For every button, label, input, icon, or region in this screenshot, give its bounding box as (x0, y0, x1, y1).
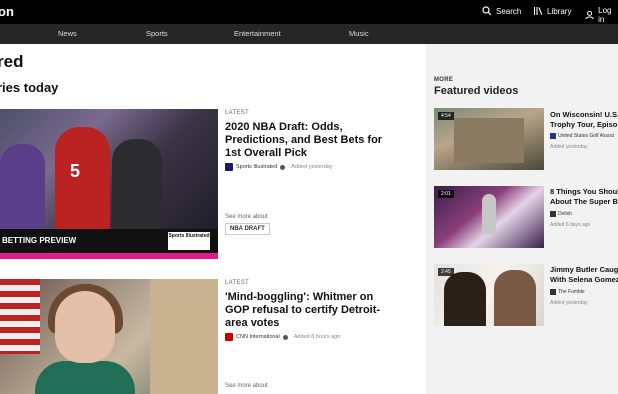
jersey-number: 5 (70, 161, 81, 181)
verified-icon (280, 164, 286, 170)
source-logo-icon (550, 289, 556, 295)
nav-item-news[interactable]: News (58, 29, 77, 38)
video-title[interactable]: 8 Things You Shoul About The Super B (550, 187, 618, 207)
library-icon (533, 7, 543, 15)
source-name: United States Golf Associ (558, 133, 615, 139)
nav-item-entertainment[interactable]: Entertainment (234, 29, 281, 38)
betting-preview-banner: BETTING PREVIEW Sports Illustrated (0, 229, 218, 253)
player-figure (0, 144, 45, 234)
video-added-time: Added 6 days ago (550, 222, 591, 228)
user-icon (585, 10, 594, 20)
source-name: Sports Illustrated (236, 164, 278, 170)
story-label: LATEST (225, 110, 250, 116)
video-thumbnail[interactable]: 4:54 (434, 108, 544, 170)
source-logo-icon (225, 333, 233, 341)
trophy-image (482, 194, 496, 234)
source-logo-icon (225, 163, 233, 171)
source-name: The Fumble (558, 289, 585, 295)
video-thumbnail[interactable]: 2:45 (434, 264, 544, 326)
nav-bar: News Sports Entertainment Music (0, 24, 618, 44)
nav-item-music[interactable]: Music (349, 29, 369, 38)
search-button[interactable]: Search (482, 6, 521, 16)
see-more-label: See more about (225, 214, 268, 220)
story-source: Sports Illustrated Added yesterday (225, 163, 333, 171)
video-duration: 2:01 (438, 190, 454, 198)
banner-text: BETTING PREVIEW (2, 236, 77, 245)
building-image (454, 118, 524, 163)
video-title-line: About The Super B (550, 197, 618, 206)
video-title[interactable]: On Wisconsin! U.S. Trophy Tour, Episo (550, 110, 618, 130)
top-bar: on Search Library Log in (0, 0, 618, 24)
person-face (55, 291, 115, 363)
library-label: Library (547, 6, 572, 16)
accent-bar (0, 253, 218, 259)
verified-icon (282, 334, 288, 340)
page-title: red (0, 52, 24, 71)
video-title-line: With Selena Gomez (550, 275, 618, 284)
video-duration: 4:54 (438, 112, 454, 120)
source-name: Delish (558, 211, 572, 217)
video-source: Delish (550, 211, 618, 217)
search-label: Search (496, 6, 522, 16)
video-source: The Fumble (550, 289, 618, 295)
search-icon (482, 6, 492, 16)
video-added-time: Added yesterday (550, 300, 588, 306)
video-title[interactable]: Jimmy Butler Caug With Selena Gomez (550, 265, 618, 285)
added-time: Added yesterday (291, 164, 333, 170)
person-figure (444, 272, 486, 326)
video-title-line: Jimmy Butler Caug (550, 265, 618, 274)
video-source: United States Golf Associ (550, 133, 618, 139)
video-thumbnail[interactable]: 2:01 (434, 186, 544, 248)
source-logo-icon (550, 211, 556, 217)
see-more-label: See more about (225, 383, 268, 389)
person-figure (494, 270, 536, 326)
featured-videos-title: Featured videos (434, 85, 519, 97)
story-image-whitmer[interactable] (0, 279, 218, 394)
story-image-nba-draft[interactable]: 5 BETTING PREVIEW Sports Illustrated (0, 109, 218, 259)
login-label: Log in (598, 6, 612, 24)
person-shirt (35, 361, 135, 394)
added-time: Added 8 hours ago (293, 334, 341, 340)
video-title-line: Trophy Tour, Episo (550, 120, 618, 129)
video-duration: 2:45 (438, 268, 454, 276)
video-title-line: On Wisconsin! U.S. (550, 110, 618, 119)
player-figure (55, 127, 110, 237)
story-label: LATEST (225, 280, 250, 286)
sports-illustrated-logo: Sports Illustrated (168, 232, 210, 250)
bookshelf-image (150, 279, 218, 394)
library-button[interactable]: Library (533, 6, 571, 16)
story-source: CNN International Added 8 hours ago (225, 333, 340, 341)
source-name: CNN International (236, 334, 280, 340)
player-figure (112, 139, 162, 234)
video-title-line: 8 Things You Shoul (550, 187, 618, 196)
story-headline[interactable]: 2020 NBA Draft: Odds, Predictions, and B… (225, 121, 390, 160)
brand-logo[interactable]: on (0, 4, 14, 19)
flag-image (0, 279, 40, 354)
login-button[interactable]: Log in (585, 6, 618, 24)
source-logo-icon (550, 133, 556, 139)
story-headline[interactable]: 'Mind-boggling': Whitmer on GOP refusal … (225, 291, 390, 330)
more-label: MORE (434, 77, 454, 83)
section-title: ries today (0, 80, 59, 95)
topic-tag[interactable]: NBA DRAFT (225, 223, 270, 235)
nav-item-sports[interactable]: Sports (146, 29, 168, 38)
video-added-time: Added yesterday (550, 144, 588, 150)
